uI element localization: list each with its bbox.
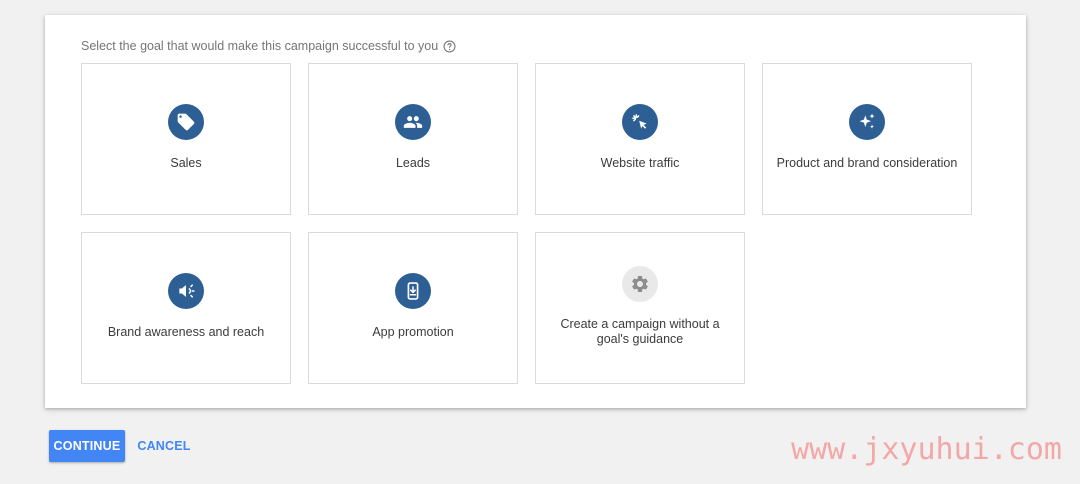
goal-label: Brand awareness and reach: [107, 325, 265, 339]
goal-card-no-guidance[interactable]: Create a campaign without a goal's guida…: [535, 232, 745, 384]
goal-label: Website traffic: [600, 156, 680, 170]
phone-download-icon: [395, 273, 431, 309]
goal-card-sales[interactable]: Sales: [81, 63, 291, 215]
goal-prompt-text: Select the goal that would make this cam…: [81, 39, 439, 53]
goal-card-leads[interactable]: Leads: [308, 63, 518, 215]
goal-label: Create a campaign without a goal's guida…: [560, 317, 720, 346]
cursor-click-icon: [622, 104, 658, 140]
help-circle-icon[interactable]: [443, 40, 456, 53]
goal-card-app-promotion[interactable]: App promotion: [308, 232, 518, 384]
goal-card-website-traffic[interactable]: Website traffic: [535, 63, 745, 215]
megaphone-icon: [168, 273, 204, 309]
watermark-text: www.jxyuhui.com: [791, 432, 1062, 467]
goal-prompt: Select the goal that would make this cam…: [81, 39, 456, 53]
goal-label: App promotion: [372, 325, 454, 339]
continue-button[interactable]: CONTINUE: [49, 430, 125, 462]
goal-card-brand-awareness[interactable]: Brand awareness and reach: [81, 232, 291, 384]
tag-icon: [168, 104, 204, 140]
goal-label: Sales: [170, 156, 202, 170]
cancel-button[interactable]: CANCEL: [134, 430, 194, 462]
goal-selection-panel: Select the goal that would make this cam…: [45, 15, 1026, 408]
sparkle-icon: [849, 104, 885, 140]
people-icon: [395, 104, 431, 140]
gear-icon: [622, 266, 658, 302]
goal-label: Leads: [395, 156, 431, 170]
goal-card-product-brand-consideration[interactable]: Product and brand consideration: [762, 63, 972, 215]
goal-label: Product and brand consideration: [776, 156, 958, 170]
